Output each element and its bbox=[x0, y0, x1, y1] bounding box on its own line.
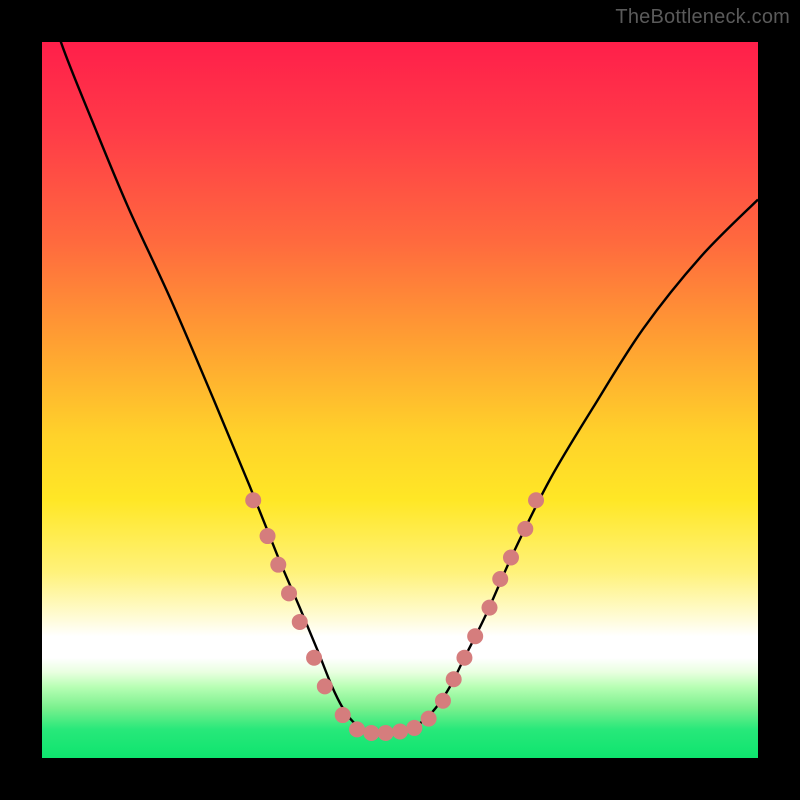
data-marker bbox=[392, 724, 408, 740]
plot-area bbox=[42, 42, 758, 758]
data-marker bbox=[292, 614, 308, 630]
watermark-text: TheBottleneck.com bbox=[615, 6, 790, 29]
data-marker bbox=[335, 707, 351, 723]
chart-frame: TheBottleneck.com bbox=[0, 0, 800, 800]
data-marker bbox=[260, 528, 276, 544]
data-marker bbox=[406, 720, 422, 736]
data-marker bbox=[306, 650, 322, 666]
data-marker bbox=[482, 600, 498, 616]
data-marker bbox=[456, 650, 472, 666]
data-marker bbox=[317, 678, 333, 694]
data-marker bbox=[467, 628, 483, 644]
data-marker bbox=[517, 521, 533, 537]
data-marker bbox=[492, 571, 508, 587]
data-marker bbox=[363, 725, 379, 741]
data-marker bbox=[245, 492, 261, 508]
data-marker bbox=[435, 693, 451, 709]
curve-markers bbox=[245, 492, 544, 741]
data-marker bbox=[378, 725, 394, 741]
data-marker bbox=[270, 557, 286, 573]
data-marker bbox=[528, 492, 544, 508]
data-marker bbox=[349, 721, 365, 737]
bottleneck-curve bbox=[42, 0, 758, 733]
data-marker bbox=[503, 550, 519, 566]
data-marker bbox=[446, 671, 462, 687]
curve-layer bbox=[42, 0, 758, 733]
data-marker bbox=[281, 585, 297, 601]
data-marker bbox=[421, 711, 437, 727]
chart-svg bbox=[42, 42, 758, 758]
